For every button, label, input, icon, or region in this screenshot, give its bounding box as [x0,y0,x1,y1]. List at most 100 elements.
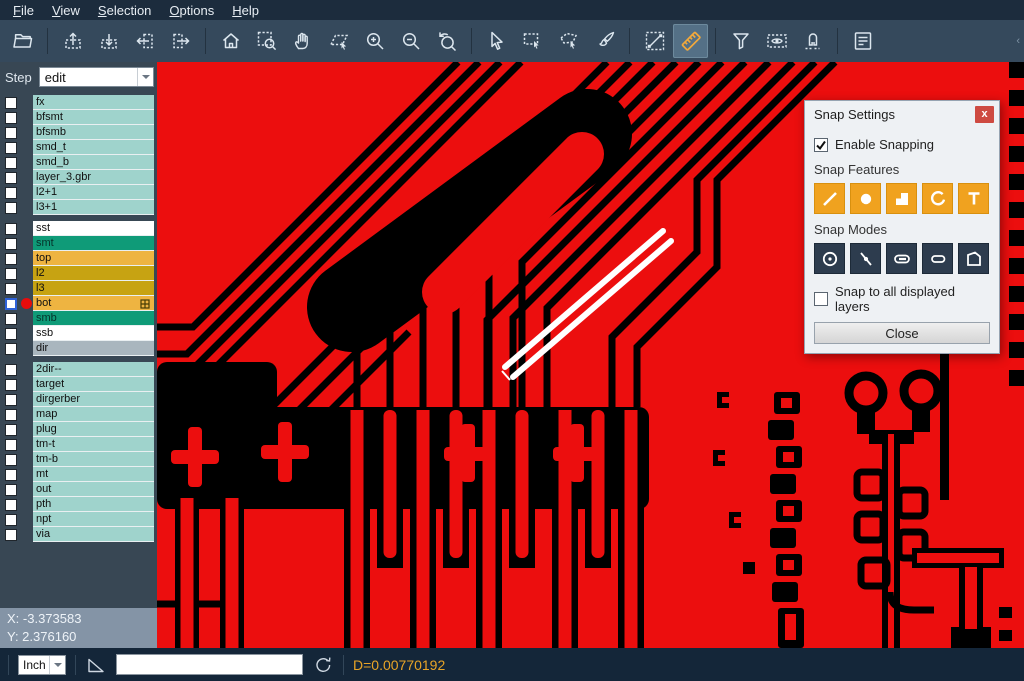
unit-select[interactable]: Inch [18,655,66,675]
layer-visibility-checkbox[interactable] [5,127,17,139]
zoom-out-button[interactable] [393,24,428,58]
open-file-button[interactable] [5,24,40,58]
command-input[interactable] [116,654,303,675]
close-button[interactable]: Close [814,322,990,344]
layer-name[interactable]: ssb [33,326,154,341]
layer-name[interactable]: bfsmt [33,110,154,125]
layer-visibility-checkbox[interactable] [5,484,17,496]
layer-name[interactable]: l3+1 [33,200,154,215]
layer-name[interactable]: target [33,377,154,392]
layer-visibility-checkbox[interactable] [5,313,17,325]
brush-button[interactable] [587,24,622,58]
filter-button[interactable] [723,24,758,58]
menu-item-file[interactable]: File [4,2,43,19]
layer-name[interactable]: dirgerber [33,392,154,407]
layer-name[interactable]: smt [33,236,154,251]
layer-name[interactable]: layer_3.gbr [33,170,154,185]
layer-visibility-checkbox[interactable] [5,499,17,511]
layer-visibility-checkbox[interactable] [5,157,17,169]
layer-name[interactable]: map [33,407,154,422]
layer-name[interactable]: l2+1 [33,185,154,200]
cycle-button[interactable] [312,654,334,676]
layer-name[interactable]: top [33,251,154,266]
snap-mode-midpoint-button[interactable] [850,243,881,274]
move-left-button[interactable] [127,24,162,58]
ruler-button[interactable] [673,24,708,58]
menu-item-selection[interactable]: Selection [89,2,160,19]
move-down-button[interactable] [91,24,126,58]
layer-name[interactable]: tm-t [33,437,154,452]
layer-name[interactable]: dir [33,341,154,356]
layer-visibility-checkbox[interactable] [5,469,17,481]
layer-grid-icon[interactable] [140,299,150,309]
layer-name[interactable]: sst [33,221,154,236]
layer-visibility-checkbox[interactable] [5,409,17,421]
snap-feature-pad-button[interactable] [850,183,881,214]
pan-button[interactable] [285,24,320,58]
dialog-titlebar[interactable]: Snap Settings x [805,101,999,127]
layer-visibility-checkbox[interactable] [5,97,17,109]
snap-mode-slot-button[interactable] [922,243,953,274]
snap-feature-surface-button[interactable] [886,183,917,214]
layer-name[interactable]: l2 [33,266,154,281]
layer-name[interactable]: l3 [33,281,154,296]
layer-name[interactable]: smd_b [33,155,154,170]
layer-name[interactable]: tm-b [33,452,154,467]
layer-name[interactable]: out [33,482,154,497]
layer-visibility-checkbox[interactable] [5,514,17,526]
layer-name[interactable]: 2dir-- [33,362,154,377]
layer-visibility-checkbox[interactable] [5,202,17,214]
layer-name[interactable]: bot [33,296,154,311]
layer-visibility-checkbox[interactable] [5,439,17,451]
layer-visibility-checkbox[interactable] [5,238,17,250]
layer-visibility-checkbox[interactable] [5,424,17,436]
layer-visibility-checkbox[interactable] [5,187,17,199]
select-polygon-button[interactable] [551,24,586,58]
select-rectangle-button[interactable] [515,24,550,58]
layer-visibility-checkbox[interactable] [5,379,17,391]
menu-item-view[interactable]: View [43,2,89,19]
layer-name[interactable]: plug [33,422,154,437]
home-view-button[interactable] [213,24,248,58]
toolbar-overflow-chevron[interactable]: ‹ [1016,35,1020,47]
all-layers-checkbox[interactable] [814,292,828,306]
layer-visibility-checkbox[interactable] [5,172,17,184]
drag-view-button[interactable] [321,24,356,58]
layer-visibility-checkbox[interactable] [5,253,17,265]
angle-mode-button[interactable] [85,654,107,676]
layer-visibility-checkbox[interactable] [5,454,17,466]
layer-name[interactable]: mt [33,467,154,482]
layer-visibility-checkbox[interactable] [5,223,17,235]
layer-visibility-checkbox[interactable] [5,112,17,124]
layer-visibility-checkbox-active[interactable] [5,298,17,310]
snap-settings-button[interactable] [795,24,830,58]
snap-mode-profile-button[interactable] [958,243,989,274]
move-right-button[interactable] [163,24,198,58]
enable-snapping-checkbox[interactable] [814,138,828,152]
measure-line-button[interactable] [637,24,672,58]
select-cursor-button[interactable] [479,24,514,58]
zoom-window-button[interactable] [249,24,284,58]
layer-name[interactable]: smd_t [33,140,154,155]
dialog-close-icon[interactable]: x [975,106,994,123]
layer-name[interactable]: fx [33,95,154,110]
layer-name[interactable]: smb [33,311,154,326]
move-up-button[interactable] [55,24,90,58]
menu-item-options[interactable]: Options [160,2,223,19]
view-options-button[interactable] [759,24,794,58]
layer-name[interactable]: pth [33,497,154,512]
layer-visibility-checkbox[interactable] [5,343,17,355]
layer-visibility-checkbox[interactable] [5,328,17,340]
snap-mode-center-button[interactable] [814,243,845,274]
report-form-button[interactable] [845,24,880,58]
snap-mode-slot-center-button[interactable] [886,243,917,274]
step-select[interactable]: edit [39,67,154,87]
snap-feature-text-button[interactable] [958,183,989,214]
layer-name[interactable]: bfsmb [33,125,154,140]
snap-feature-arc-button[interactable] [922,183,953,214]
layer-visibility-checkbox[interactable] [5,394,17,406]
layer-visibility-checkbox[interactable] [5,268,17,280]
snap-feature-line-button[interactable] [814,183,845,214]
pcb-canvas[interactable]: Snap Settings x Enable Snapping Snap Fea… [157,62,1024,648]
layer-visibility-checkbox[interactable] [5,364,17,376]
